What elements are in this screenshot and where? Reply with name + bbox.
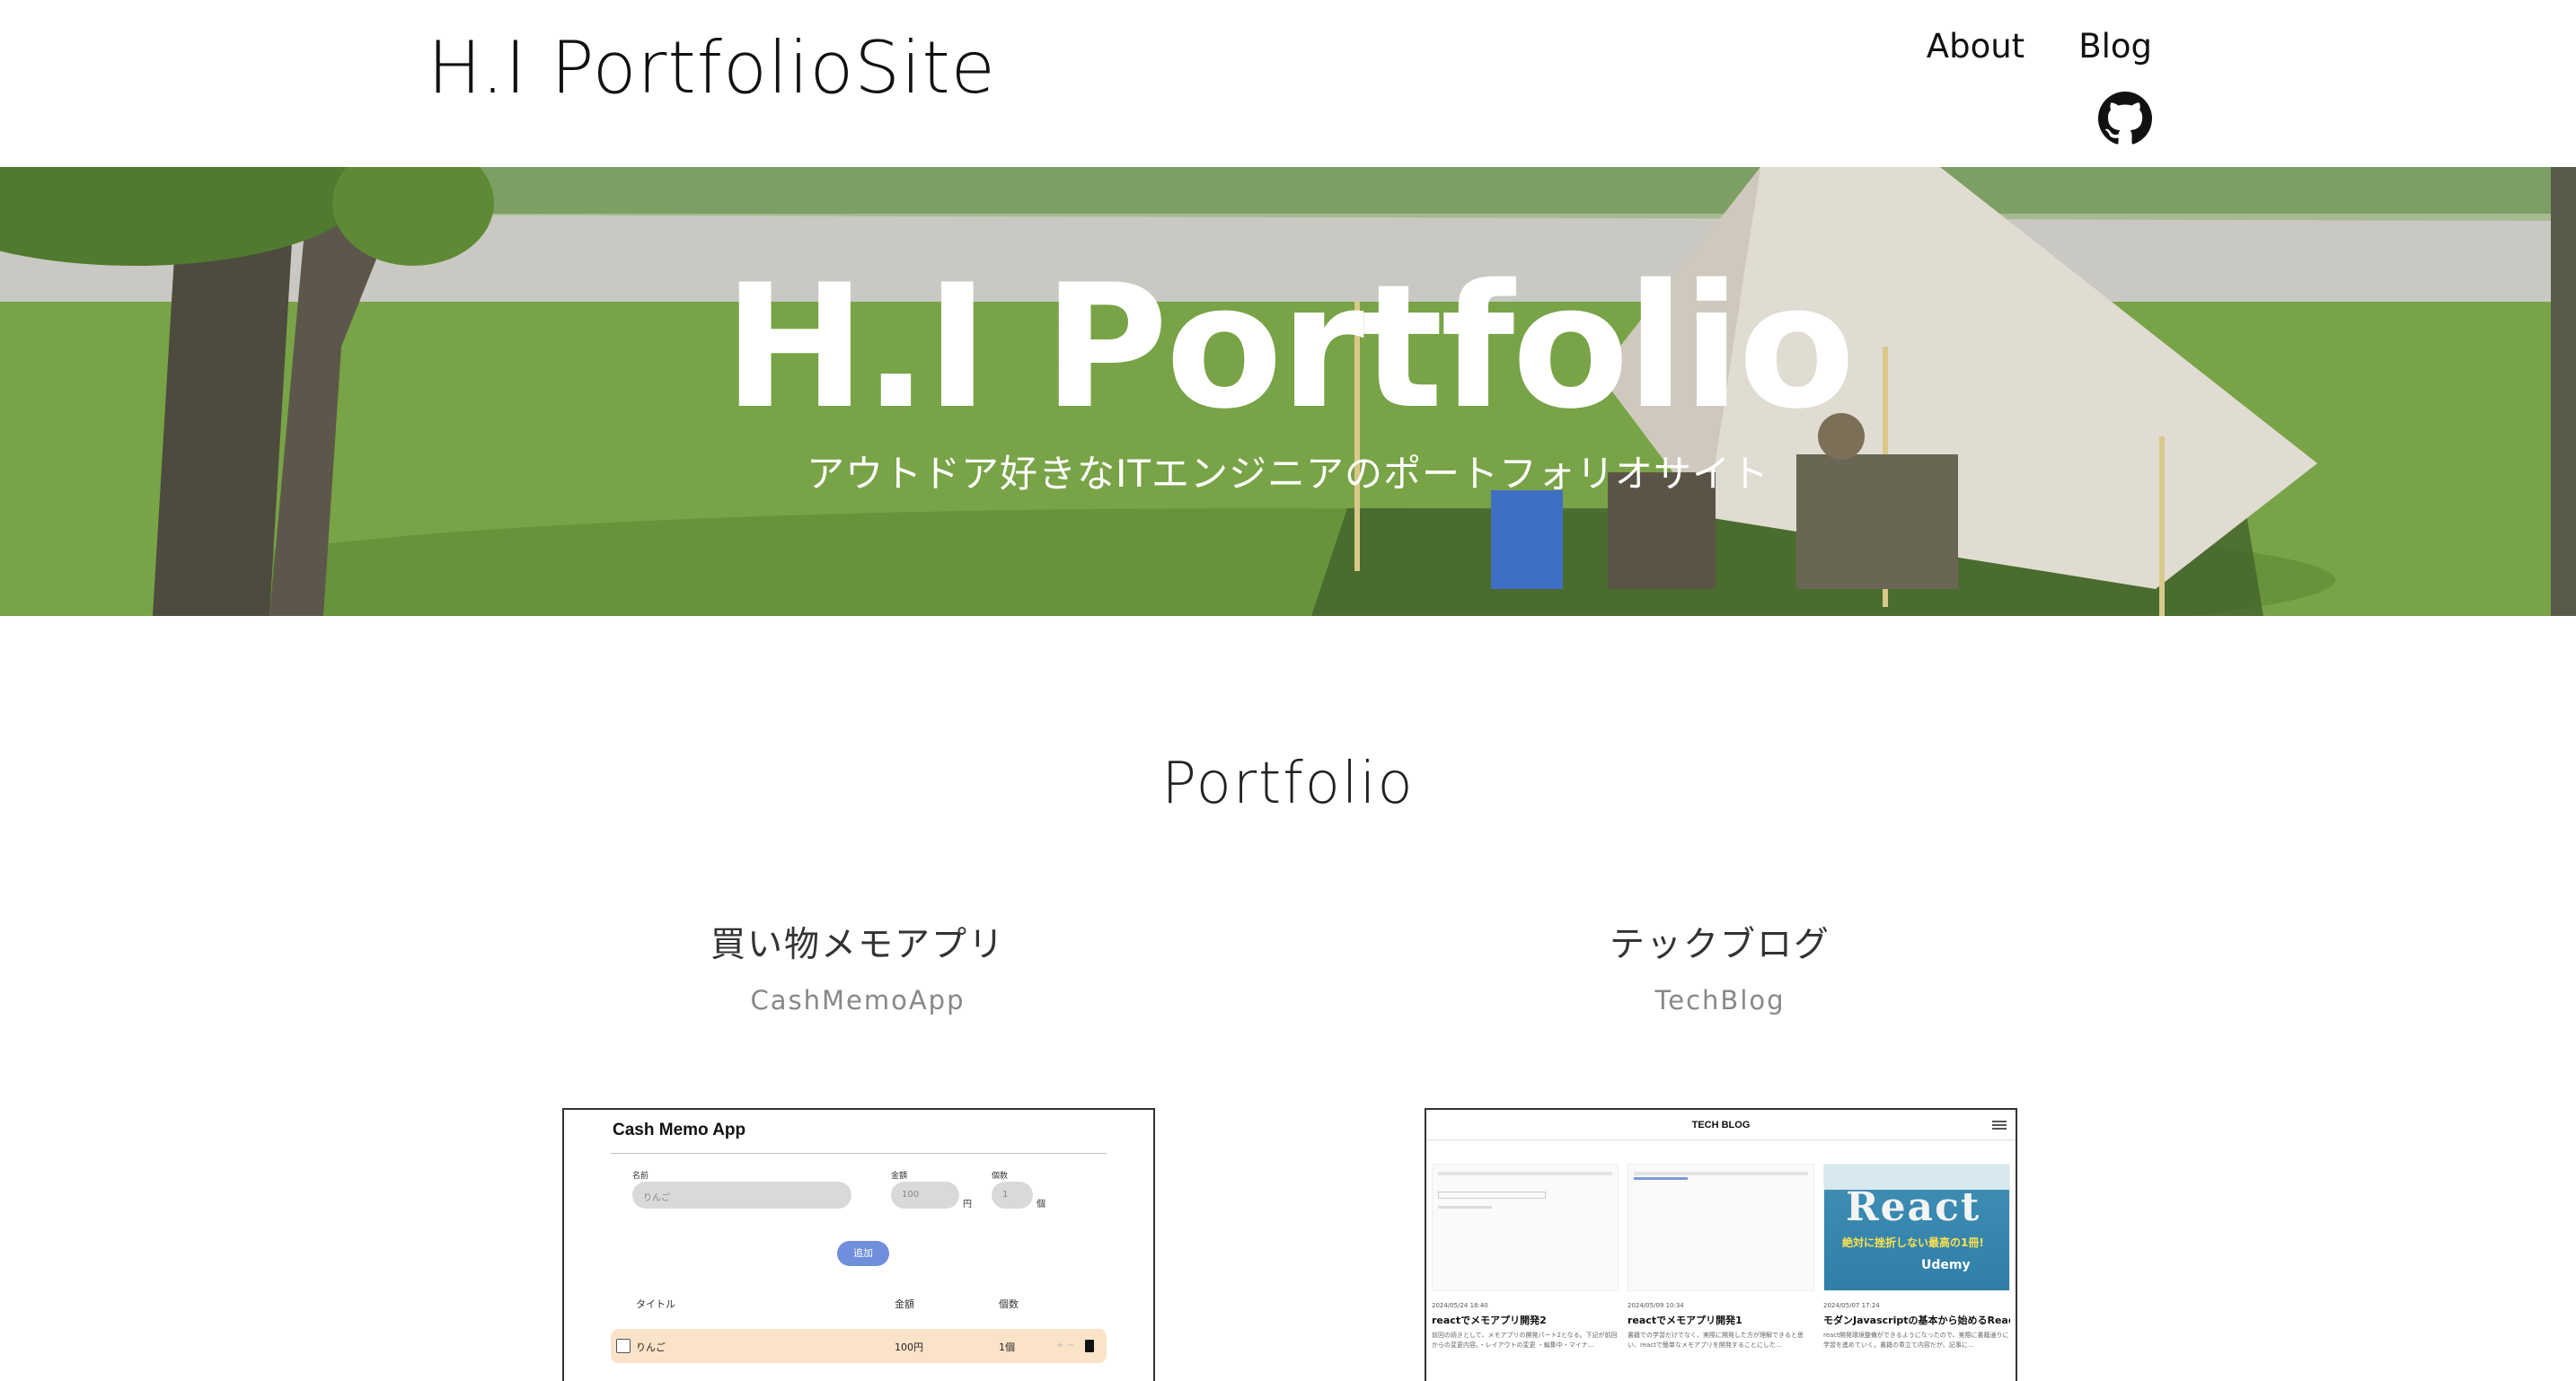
amount-input: 100 (891, 1182, 959, 1209)
techblog-preview-image[interactable]: TECH BLOG 2024/05/24 18:40 reactでメモアプリ開発… (1425, 1108, 2017, 1381)
hero-subtitle: アウトドア好きなITエンジニアのポートフォリオサイト (806, 452, 1770, 496)
post-title: reactでメモアプリ開発1 (1628, 1315, 1742, 1326)
yen-unit: 円 (963, 1200, 972, 1209)
post-thumbnail-react-book: React 絶対に挫折しない最高の1冊! Udemy (1823, 1164, 2010, 1291)
add-button: 追加 (837, 1241, 889, 1266)
post-date: 2024/05/09 10:34 (1628, 1302, 1684, 1309)
preview-blog-header: TECH BLOG (1426, 1110, 2016, 1140)
post-title: reactでメモアプリ開発2 (1432, 1315, 1547, 1326)
trash-icon (1085, 1340, 1094, 1352)
site-title[interactable]: H.I PortfolioSite (428, 25, 996, 111)
nav-blog-link[interactable]: Blog (2078, 27, 2152, 66)
table-header-amount: 金額 (895, 1298, 914, 1310)
divider (611, 1153, 1107, 1154)
blog-post-card: 2024/05/24 18:40 reactでメモアプリ開発2 前回の続きとして… (1432, 1164, 1619, 1363)
portfolio-section-title: Portfolio (1161, 751, 1415, 817)
cashmemo-preview-image[interactable]: Cash Memo App 名前 りんご 金額 100 円 個数 1 個 追加 … (562, 1108, 1155, 1381)
row-checkbox (616, 1339, 631, 1353)
row-count: 1個 (999, 1341, 1015, 1353)
amount-label: 金額 (891, 1172, 908, 1181)
count-label: 個数 (992, 1172, 1009, 1181)
book-cover-udemy: Udemy (1921, 1258, 1971, 1272)
hero-banner: H.I Portfolio アウトドア好きなITエンジニアのポートフォリオサイト (0, 167, 2576, 616)
post-thumbnail (1432, 1164, 1619, 1291)
portfolio-card-techblog: テックブログ TechBlog (1406, 925, 2034, 1016)
hero-title: H.I Portfolio (723, 248, 1855, 446)
post-excerpt: react開発環境整備ができるようになったので、実際に書籍通りに学習を進めていく… (1823, 1332, 2009, 1350)
portfolio-card-cashmemo: 買い物メモアプリ CashMemoApp (543, 925, 1172, 1016)
name-label: 名前 (632, 1172, 649, 1181)
blog-post-card: React 絶対に挫折しない最高の1冊! Udemy 2024/05/07 17… (1823, 1164, 2010, 1363)
row-amount: 100円 (895, 1341, 923, 1353)
blog-post-card: 2024/05/09 10:34 reactでメモアプリ開発1 書籍での学習だけ… (1628, 1164, 1814, 1363)
table-row: りんご 100円 1個 + − (611, 1329, 1107, 1363)
post-excerpt: 前回の続きとして、メモアプリの開発パート2となる。下記が前回からの変更内容。・レ… (1432, 1332, 1618, 1350)
book-cover-tagline: 絶対に挫折しない最高の1冊! (1842, 1236, 1984, 1249)
post-date: 2024/05/07 17:24 (1823, 1302, 1880, 1309)
post-excerpt: 書籍での学習だけでなく、実際に開発した方が理解できると思い、reactで簡単なメ… (1628, 1332, 1804, 1350)
post-thumbnail (1628, 1164, 1814, 1291)
row-stepper-icon: + − (1056, 1341, 1074, 1350)
card-title-jp: テックブログ (1609, 925, 1831, 965)
post-title: モダンJavascriptの基本から始めるReact学習パート5 (1823, 1315, 2010, 1326)
post-date: 2024/05/24 18:40 (1432, 1302, 1488, 1309)
table-header-title: タイトル (636, 1298, 675, 1310)
book-cover-title: React (1846, 1184, 1981, 1230)
site-header: H.I PortfolioSite About Blog (0, 0, 2576, 167)
preview-app-title: Cash Memo App (613, 1121, 746, 1139)
card-title-en: CashMemoApp (750, 984, 966, 1016)
name-input: りんご (632, 1182, 851, 1209)
count-input: 1 (992, 1182, 1033, 1209)
github-icon[interactable] (2098, 92, 2152, 145)
card-title-en: TechBlog (1654, 984, 1786, 1016)
card-title-jp: 買い物メモアプリ (710, 925, 1005, 965)
piece-unit: 個 (1037, 1200, 1045, 1209)
row-title: りんご (636, 1341, 666, 1353)
hamburger-menu-icon (1992, 1121, 2007, 1130)
main-nav: About Blog (1927, 27, 2152, 66)
table-header-count: 個数 (999, 1298, 1019, 1310)
nav-about-link[interactable]: About (1927, 27, 2025, 66)
